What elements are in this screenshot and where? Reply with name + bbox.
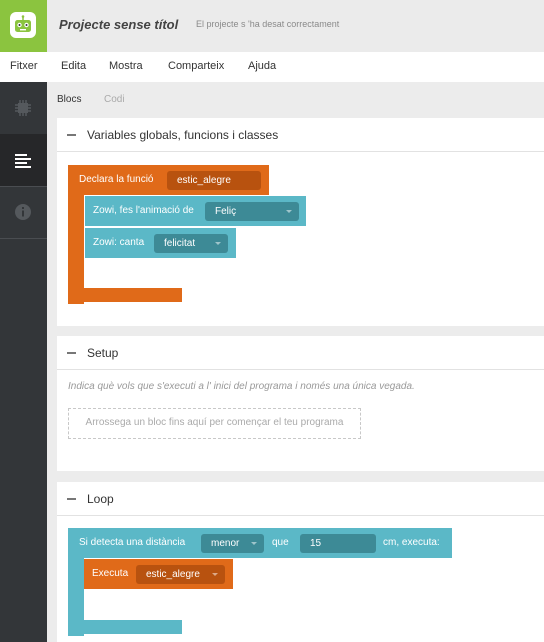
distance-block-label: Si detecta una distància: [79, 537, 186, 548]
execute-block[interactable]: Executa estic_alegre: [84, 559, 233, 589]
setup-hint: Indica què vols que s'executi a l' inici…: [68, 381, 415, 392]
function-block-footer: [68, 288, 182, 302]
sing-value: felicitat: [164, 238, 196, 249]
chevron-down-icon: [286, 210, 292, 213]
chip-icon: [15, 100, 31, 116]
app-header: Projecte sense títol El projecte s 'ha d…: [0, 0, 544, 52]
chevron-down-icon: [212, 573, 218, 576]
menu-bar: Fitxer Edita Mostra Comparteix Ajuda: [0, 52, 544, 83]
distance-value: 15: [310, 538, 322, 549]
sidebar: [0, 82, 47, 642]
setup-section-header[interactable]: Setup: [57, 336, 544, 370]
distance-block-footer: [68, 620, 182, 634]
sing-block-label: Zowi: canta: [93, 237, 145, 248]
comparator-value: menor: [211, 538, 240, 549]
tab-blocks[interactable]: Blocs: [57, 94, 81, 105]
collapse-icon[interactable]: [67, 498, 76, 500]
que-label: que: [272, 537, 289, 548]
animation-block[interactable]: Zowi, fes l'animació de Feliç: [85, 196, 306, 226]
distance-input[interactable]: 15: [300, 534, 376, 553]
globals-section-title: Variables globals, funcions i classes: [87, 128, 279, 142]
sing-dropdown[interactable]: felicitat: [154, 234, 228, 253]
comparator-dropdown[interactable]: menor: [201, 534, 264, 553]
function-block[interactable]: Declara la funció estic_alegre: [68, 165, 269, 195]
save-status: El projecte s 'ha desat correctament: [196, 19, 340, 29]
tab-bar: Blocs Codi: [47, 82, 544, 116]
robot-logo-icon: [10, 12, 36, 38]
loop-section: Loop Si detecta una distància menor que …: [57, 482, 544, 642]
globals-section: Variables globals, funcions i classes De…: [57, 118, 544, 326]
function-block-label: Declara la funció: [79, 174, 154, 185]
setup-dropzone[interactable]: Arrossega un bloc fins aquí per començar…: [68, 408, 361, 439]
distance-if-block[interactable]: Si detecta una distància menor que 15 cm…: [68, 528, 452, 558]
info-icon: [15, 204, 31, 220]
loop-section-header[interactable]: Loop: [57, 482, 544, 516]
list-icon: [15, 154, 31, 168]
globals-section-header[interactable]: Variables globals, funcions i classes: [57, 118, 544, 152]
collapse-icon[interactable]: [67, 352, 76, 354]
execute-block-label: Executa: [92, 568, 129, 579]
menu-view[interactable]: Mostra: [109, 60, 143, 72]
sidebar-software-button[interactable]: [0, 134, 47, 187]
sidebar-hardware-button[interactable]: [0, 82, 47, 135]
loop-section-title: Loop: [87, 492, 114, 506]
menu-help[interactable]: Ajuda: [248, 60, 276, 72]
setup-section: Setup Indica què vols que s'executi a l'…: [57, 336, 544, 471]
sidebar-info-button[interactable]: [0, 187, 47, 239]
menu-share[interactable]: Comparteix: [168, 60, 224, 72]
distance-suffix: cm, executa:: [383, 537, 440, 548]
chevron-down-icon: [251, 542, 257, 545]
function-name-field[interactable]: estic_alegre: [167, 171, 261, 190]
workspace: Blocs Codi Variables globals, funcions i…: [47, 82, 544, 642]
chevron-down-icon: [215, 242, 221, 245]
menu-file[interactable]: Fitxer: [10, 60, 38, 72]
dropzone-text: Arrossega un bloc fins aquí per començar…: [85, 417, 344, 428]
logo[interactable]: [0, 0, 47, 52]
execute-function-value: estic_alegre: [146, 569, 200, 580]
function-name-value: estic_alegre: [177, 175, 231, 186]
project-title[interactable]: Projecte sense títol: [59, 17, 178, 32]
collapse-icon[interactable]: [67, 134, 76, 136]
animation-value: Feliç: [215, 206, 237, 217]
animation-dropdown[interactable]: Feliç: [205, 202, 299, 221]
tab-code[interactable]: Codi: [104, 94, 125, 105]
menu-edit[interactable]: Edita: [61, 60, 86, 72]
animation-block-label: Zowi, fes l'animació de: [93, 205, 194, 216]
sing-block[interactable]: Zowi: canta felicitat: [85, 228, 236, 258]
execute-function-dropdown[interactable]: estic_alegre: [136, 565, 225, 584]
setup-section-title: Setup: [87, 346, 119, 360]
